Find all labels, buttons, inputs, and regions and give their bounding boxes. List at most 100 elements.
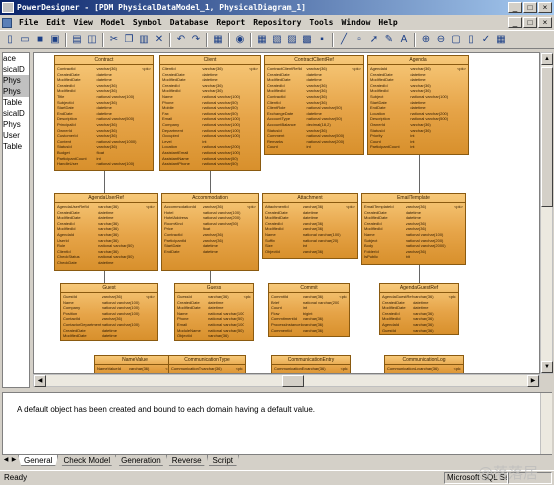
menu-file[interactable]: File xyxy=(15,18,42,27)
document-icon[interactable] xyxy=(2,17,12,28)
procedure-icon[interactable]: ▩ xyxy=(300,33,314,47)
zoom-in-icon[interactable]: ⊕ xyxy=(419,33,433,47)
tree-item[interactable]: Phys xyxy=(3,86,29,97)
menu-database[interactable]: Database xyxy=(166,18,213,27)
doc-minimize-button[interactable]: _ xyxy=(508,17,522,28)
table-symbol[interactable]: Attachment AttachmentId varchar(36) <pk> Cre… xyxy=(262,193,358,259)
table-symbol[interactable]: CommunicationTypeCommunicationTypeIdvarc… xyxy=(168,355,246,373)
document-window-controls: _ □ × xyxy=(508,17,552,28)
table-symbol[interactable]: GuessGuessIdvarchar(36)<pk>CreatedDateda… xyxy=(174,283,254,341)
table-symbol[interactable]: CommitCommitIdvarchar(36)<pk>Briefnation… xyxy=(268,283,350,337)
text-icon[interactable]: A xyxy=(397,33,411,47)
table-symbol[interactable]: CommunicationEntryCommunicationEntryIdva… xyxy=(271,355,351,373)
menu-help[interactable]: Help xyxy=(374,18,401,27)
tab-reverse[interactable]: Reverse xyxy=(165,455,208,466)
pen-icon[interactable]: ✎ xyxy=(382,33,396,47)
undo-icon[interactable]: ↶ xyxy=(174,33,188,47)
package-icon[interactable]: ▪ xyxy=(315,33,329,47)
table-symbol[interactable]: EmailTemplate EmailTemplateId varchar(36) <… xyxy=(361,193,466,265)
menu-report[interactable]: Report xyxy=(212,18,249,27)
table-symbol[interactable]: AgendaUserRef AgendaUserRefId varchar(36) <… xyxy=(54,193,158,271)
tab-check-model[interactable]: Check Model xyxy=(57,455,117,466)
fit-icon[interactable]: ▢ xyxy=(449,33,463,47)
pointer-icon[interactable]: ➚ xyxy=(367,33,381,47)
output-scrollbar[interactable] xyxy=(540,393,552,454)
tab-generation[interactable]: Generation xyxy=(115,455,167,466)
copy-icon[interactable]: ❐ xyxy=(122,33,136,47)
grid-icon[interactable]: ▦ xyxy=(494,33,508,47)
menu-repository[interactable]: Repository xyxy=(249,18,305,27)
table-icon[interactable]: ▦ xyxy=(255,33,269,47)
diagram-vertical-scrollbar[interactable]: ▲ ▼ xyxy=(540,52,553,374)
menu-tools[interactable]: Tools xyxy=(305,18,337,27)
view-icon[interactable]: ▧ xyxy=(270,33,284,47)
reference-link[interactable] xyxy=(419,155,420,193)
menu-symbol[interactable]: Symbol xyxy=(129,18,166,27)
doc-close-button[interactable]: × xyxy=(538,17,552,28)
reference-link[interactable] xyxy=(210,171,211,193)
table-symbol[interactable]: NameValueNameValueIdvarchar(36)<pk> xyxy=(94,355,176,373)
status-text: Ready xyxy=(4,473,28,482)
menu-edit[interactable]: Edit xyxy=(42,18,69,27)
cut-icon[interactable]: ✂ xyxy=(107,33,121,47)
menu-model[interactable]: Model xyxy=(97,18,129,27)
table-symbol[interactable]: AgendaGuestRef AgendaGuestRefId varchar(36… xyxy=(379,283,459,335)
tree-item[interactable]: Table xyxy=(3,141,29,152)
open-icon[interactable]: ▭ xyxy=(18,33,32,47)
horizontal-scroll-thumb[interactable] xyxy=(282,375,304,387)
paste-icon[interactable]: ▥ xyxy=(137,33,151,47)
redo-icon[interactable]: ↷ xyxy=(189,33,203,47)
print-icon[interactable]: ▤ xyxy=(70,33,84,47)
reference-icon[interactable]: ▨ xyxy=(285,33,299,47)
tree-item[interactable]: sicalD xyxy=(3,64,29,75)
tree-item[interactable]: sicalD xyxy=(3,108,29,119)
scroll-right-arrow-icon[interactable]: ▶ xyxy=(527,375,539,387)
scroll-down-arrow-icon[interactable]: ▼ xyxy=(541,361,553,373)
minimize-button[interactable]: _ xyxy=(508,2,522,13)
zoom-out-icon[interactable]: ⊖ xyxy=(434,33,448,47)
table-symbol[interactable]: Accommodation AccommodationId varchar(36) <… xyxy=(161,193,259,271)
table-symbol[interactable]: CommunicationLogCommunicationLogIdvarcha… xyxy=(384,355,464,373)
check-icon[interactable]: ✓ xyxy=(479,33,493,47)
table-symbol[interactable]: Contract ContractId varchar(36) <pk> Created… xyxy=(54,55,154,171)
print-preview-icon[interactable]: ◫ xyxy=(85,33,99,47)
save-all-icon[interactable]: ▣ xyxy=(48,33,62,47)
close-button[interactable]: × xyxy=(538,2,552,13)
delete-icon[interactable]: ✕ xyxy=(152,33,166,47)
maximize-button[interactable]: □ xyxy=(523,2,537,13)
scroll-left-arrow-icon[interactable]: ◀ xyxy=(34,375,46,387)
new-icon[interactable]: ▯ xyxy=(3,33,17,47)
tree-item[interactable]: Phys xyxy=(3,119,29,130)
reference-link[interactable] xyxy=(210,271,211,283)
note-icon[interactable]: ▫ xyxy=(352,33,366,47)
diagram-canvas[interactable]: Contract ContractId varchar(36) <pk> Created… xyxy=(33,52,540,374)
tree-item[interactable]: Table xyxy=(3,97,29,108)
reference-link[interactable] xyxy=(104,171,105,193)
tab-prev-icon[interactable]: ◀ xyxy=(2,455,10,465)
table-name: Guess xyxy=(175,284,253,293)
doc-restore-button[interactable]: □ xyxy=(523,17,537,28)
table-symbol[interactable]: Client ClientId varchar(36) <pk> CreatedDate… xyxy=(159,55,261,171)
properties-icon[interactable]: ▦ xyxy=(211,33,225,47)
tab-general[interactable]: General xyxy=(18,455,59,466)
tab-script[interactable]: Script xyxy=(206,455,239,466)
browser-icon[interactable]: ◉ xyxy=(233,33,247,47)
table-symbol[interactable]: Agenda AgendaId varchar(36) <pk> CreatedDate… xyxy=(367,55,469,155)
menu-view[interactable]: View xyxy=(70,18,97,27)
tree-item[interactable]: User xyxy=(3,130,29,141)
scroll-up-arrow-icon[interactable]: ▲ xyxy=(541,53,553,65)
link-icon[interactable]: ╱ xyxy=(337,33,351,47)
menu-window[interactable]: Window xyxy=(338,18,375,27)
page-icon[interactable]: ▯ xyxy=(464,33,478,47)
table-symbol[interactable]: ContractClientRef ContractClientRefId varc… xyxy=(264,55,364,155)
tab-next-icon[interactable]: ▶ xyxy=(10,455,18,465)
diagram-horizontal-scrollbar[interactable]: ◀ ▶ xyxy=(33,374,540,387)
object-browser[interactable]: ace sicalD Phys Phys Table sicalD Phys User Tabl… xyxy=(2,52,30,388)
save-icon[interactable]: ■ xyxy=(33,33,47,47)
vertical-scroll-thumb[interactable] xyxy=(541,67,553,207)
reference-link[interactable] xyxy=(104,271,105,283)
tree-item[interactable]: Phys xyxy=(3,75,29,86)
table-symbol[interactable]: Guest GuestId varchar(36) <pk> Name national … xyxy=(60,283,158,341)
reference-link[interactable] xyxy=(419,265,420,283)
tree-item[interactable]: ace xyxy=(3,53,29,64)
